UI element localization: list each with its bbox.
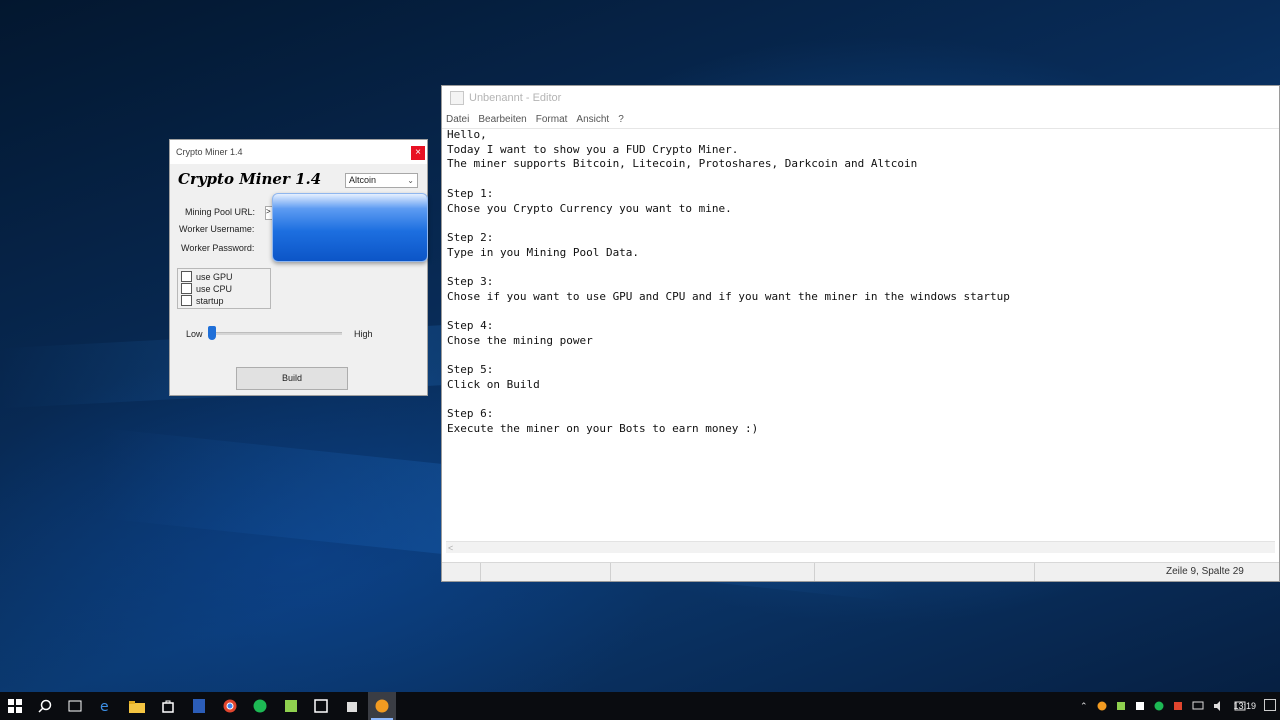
menu-help[interactable]: ? [618, 114, 624, 125]
pool-url-label: Mining Pool URL: [185, 207, 256, 217]
startup-label: startup [196, 295, 224, 306]
horizontal-scrollbar[interactable]: < [446, 541, 1275, 553]
currency-select[interactable]: Altcoin ⌄ [345, 173, 418, 188]
checkbox-box [181, 295, 192, 306]
notification-center-icon[interactable] [1264, 699, 1276, 711]
menu-ansicht[interactable]: Ansicht [576, 114, 609, 125]
notepadpp-icon [285, 700, 297, 712]
tray-app-icon[interactable] [1135, 701, 1145, 711]
spotify-button[interactable] [250, 696, 270, 716]
firefox-button[interactable] [368, 692, 396, 720]
tray-app-icon[interactable] [1154, 701, 1164, 711]
worker-username-label: Worker Username: [179, 224, 255, 234]
file-explorer-button[interactable] [127, 696, 147, 716]
notepad-window[interactable]: Unbenannt - Editor Datei Bearbeiten Form… [441, 85, 1280, 582]
build-button[interactable]: Build [236, 367, 348, 390]
notepad-statusbar: Zeile 9, Spalte 29 [442, 562, 1279, 581]
checkbox-box [181, 283, 192, 294]
slider-thumb[interactable] [208, 326, 216, 340]
notepad-title: Unbenannt - Editor [469, 92, 562, 104]
blue-overlay-panel [272, 193, 428, 262]
notepad-icon [450, 91, 464, 105]
system-tray: ⌃ [1080, 692, 1246, 720]
store-bag-icon [162, 700, 174, 713]
crypto-miner-window[interactable]: Crypto Miner 1.4 × Crypto Miner 1.4 Altc… [169, 139, 428, 396]
chrome-icon [223, 699, 237, 713]
miner-title: Crypto Miner 1.4 [176, 147, 243, 157]
close-button[interactable]: × [411, 146, 425, 160]
word-icon [193, 699, 205, 713]
scroll-left-arrow[interactable]: < [448, 543, 453, 553]
app-button[interactable] [311, 696, 331, 716]
mining-power-slider[interactable] [208, 332, 342, 335]
options-group: use GPU use CPU startup [177, 268, 271, 309]
search-icon [38, 699, 52, 713]
use-gpu-label: use GPU [196, 271, 233, 282]
use-gpu-checkbox[interactable]: use GPU [181, 271, 233, 282]
volume-icon[interactable] [1213, 701, 1225, 711]
chrome-button[interactable] [220, 696, 240, 716]
notepad-titlebar[interactable]: Unbenannt - Editor [442, 86, 1279, 110]
firefox-icon [375, 699, 389, 713]
spotify-icon [253, 699, 267, 713]
store-button[interactable] [158, 696, 178, 716]
chevron-down-icon: ⌄ [407, 176, 414, 185]
search-button[interactable] [35, 696, 55, 716]
task-view-button[interactable] [65, 696, 85, 716]
use-cpu-checkbox[interactable]: use CPU [181, 283, 232, 294]
folder-icon [129, 700, 145, 713]
status-divider [1034, 563, 1035, 581]
miner-logo: Crypto Miner 1.4 [178, 170, 322, 188]
tray-app-icon[interactable] [1097, 701, 1107, 711]
svg-text:e: e [100, 699, 109, 713]
status-divider [814, 563, 815, 581]
startup-checkbox[interactable]: startup [181, 295, 224, 306]
tray-app-icon[interactable] [1116, 701, 1126, 711]
status-divider [610, 563, 611, 581]
currency-value: Altcoin [349, 175, 377, 185]
word-button[interactable] [189, 696, 209, 716]
app-button[interactable] [342, 696, 362, 716]
worker-password-label: Worker Password: [181, 243, 255, 253]
status-divider [480, 563, 481, 581]
start-button[interactable] [5, 696, 25, 716]
taskbar: e ⌃ 13:19 [0, 692, 1280, 720]
use-cpu-label: use CPU [196, 283, 233, 294]
task-view-icon [68, 700, 82, 712]
edge-button[interactable]: e [96, 696, 116, 716]
chevron-up-icon[interactable]: ⌃ [1080, 701, 1088, 712]
network-icon[interactable] [1192, 701, 1204, 711]
taskbar-clock[interactable]: 13:19 [1233, 701, 1256, 711]
notepad-text-area[interactable]: Hello, Today I want to show you a FUD Cr… [447, 128, 1275, 548]
menu-format[interactable]: Format [536, 114, 568, 125]
cursor-position: Zeile 9, Spalte 29 [1166, 566, 1244, 577]
slider-high-label: High [354, 329, 373, 339]
menu-datei[interactable]: Datei [446, 114, 469, 125]
windows-logo-icon [8, 699, 22, 713]
app-icon [314, 699, 328, 713]
slider-low-label: Low [186, 329, 203, 339]
checkbox-box [181, 271, 192, 282]
miner-titlebar[interactable]: Crypto Miner 1.4 × [170, 140, 427, 164]
notepad-menubar: Datei Bearbeiten Format Ansicht ? [442, 110, 1279, 129]
tray-app-icon[interactable] [1173, 701, 1183, 711]
app-icon [347, 702, 357, 712]
menu-bearbeiten[interactable]: Bearbeiten [478, 114, 526, 125]
notepadpp-button[interactable] [281, 696, 301, 716]
edge-icon: e [100, 699, 109, 713]
close-icon: × [415, 147, 421, 158]
